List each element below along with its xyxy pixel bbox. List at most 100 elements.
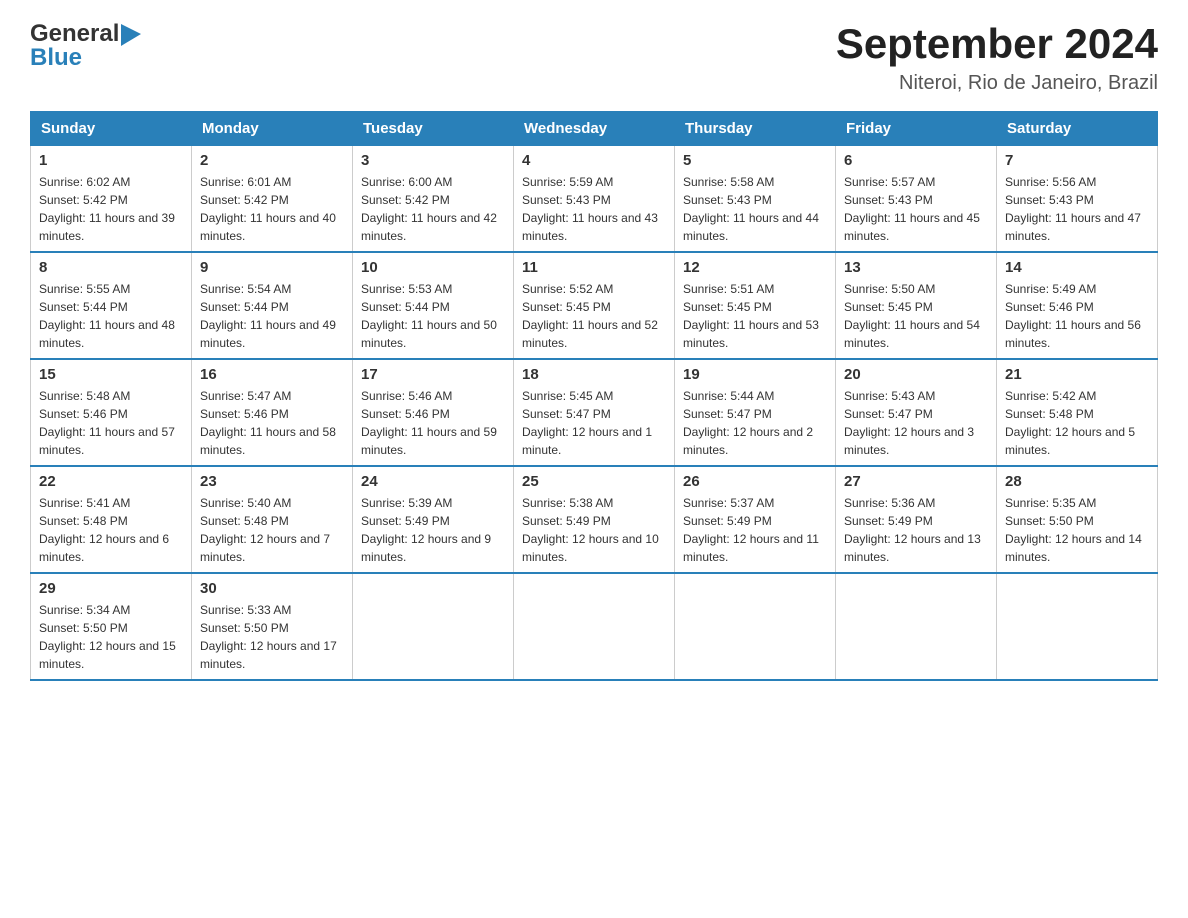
- col-friday: Friday: [836, 112, 997, 146]
- day-number: 5: [683, 152, 827, 169]
- day-cell: 8 Sunrise: 5:55 AM Sunset: 5:44 PM Dayli…: [31, 252, 192, 359]
- day-number: 2: [200, 152, 344, 169]
- day-info: Sunrise: 5:52 AM Sunset: 5:45 PM Dayligh…: [522, 280, 666, 352]
- day-number: 22: [39, 473, 183, 490]
- day-info: Sunrise: 5:50 AM Sunset: 5:45 PM Dayligh…: [844, 280, 988, 352]
- day-cell: 22 Sunrise: 5:41 AM Sunset: 5:48 PM Dayl…: [31, 466, 192, 573]
- day-number: 25: [522, 473, 666, 490]
- day-cell: 18 Sunrise: 5:45 AM Sunset: 5:47 PM Dayl…: [514, 359, 675, 466]
- day-number: 29: [39, 580, 183, 597]
- day-cell: 3 Sunrise: 6:00 AM Sunset: 5:42 PM Dayli…: [353, 146, 514, 253]
- title-block: September 2024 Niteroi, Rio de Janeiro, …: [836, 20, 1158, 95]
- day-info: Sunrise: 5:41 AM Sunset: 5:48 PM Dayligh…: [39, 494, 183, 566]
- day-info: Sunrise: 5:55 AM Sunset: 5:44 PM Dayligh…: [39, 280, 183, 352]
- day-number: 23: [200, 473, 344, 490]
- day-number: 4: [522, 152, 666, 169]
- col-tuesday: Tuesday: [353, 112, 514, 146]
- day-cell: 30 Sunrise: 5:33 AM Sunset: 5:50 PM Dayl…: [192, 573, 353, 680]
- day-number: 3: [361, 152, 505, 169]
- calendar-table: Sunday Monday Tuesday Wednesday Thursday…: [30, 111, 1158, 681]
- day-info: Sunrise: 5:58 AM Sunset: 5:43 PM Dayligh…: [683, 173, 827, 245]
- day-cell: 12 Sunrise: 5:51 AM Sunset: 5:45 PM Dayl…: [675, 252, 836, 359]
- day-info: Sunrise: 5:51 AM Sunset: 5:45 PM Dayligh…: [683, 280, 827, 352]
- day-cell: 27 Sunrise: 5:36 AM Sunset: 5:49 PM Dayl…: [836, 466, 997, 573]
- day-cell: 26 Sunrise: 5:37 AM Sunset: 5:49 PM Dayl…: [675, 466, 836, 573]
- day-number: 10: [361, 259, 505, 276]
- logo: General Blue: [30, 20, 141, 72]
- day-cell: 29 Sunrise: 5:34 AM Sunset: 5:50 PM Dayl…: [31, 573, 192, 680]
- week-row-2: 8 Sunrise: 5:55 AM Sunset: 5:44 PM Dayli…: [31, 252, 1158, 359]
- col-wednesday: Wednesday: [514, 112, 675, 146]
- day-info: Sunrise: 5:53 AM Sunset: 5:44 PM Dayligh…: [361, 280, 505, 352]
- day-info: Sunrise: 5:43 AM Sunset: 5:47 PM Dayligh…: [844, 387, 988, 459]
- calendar-title: September 2024: [836, 20, 1158, 68]
- page-header: General Blue September 2024 Niteroi, Rio…: [30, 20, 1158, 95]
- day-info: Sunrise: 5:34 AM Sunset: 5:50 PM Dayligh…: [39, 601, 183, 673]
- day-number: 19: [683, 366, 827, 383]
- day-number: 13: [844, 259, 988, 276]
- day-info: Sunrise: 5:44 AM Sunset: 5:47 PM Dayligh…: [683, 387, 827, 459]
- day-cell: 21 Sunrise: 5:42 AM Sunset: 5:48 PM Dayl…: [997, 359, 1158, 466]
- day-number: 18: [522, 366, 666, 383]
- day-cell: 2 Sunrise: 6:01 AM Sunset: 5:42 PM Dayli…: [192, 146, 353, 253]
- day-cell: 13 Sunrise: 5:50 AM Sunset: 5:45 PM Dayl…: [836, 252, 997, 359]
- day-number: 1: [39, 152, 183, 169]
- day-cell: 20 Sunrise: 5:43 AM Sunset: 5:47 PM Dayl…: [836, 359, 997, 466]
- day-info: Sunrise: 5:47 AM Sunset: 5:46 PM Dayligh…: [200, 387, 344, 459]
- day-number: 21: [1005, 366, 1149, 383]
- day-info: Sunrise: 5:46 AM Sunset: 5:46 PM Dayligh…: [361, 387, 505, 459]
- calendar-header-row: Sunday Monday Tuesday Wednesday Thursday…: [31, 112, 1158, 146]
- day-number: 24: [361, 473, 505, 490]
- day-cell: 6 Sunrise: 5:57 AM Sunset: 5:43 PM Dayli…: [836, 146, 997, 253]
- day-cell: 5 Sunrise: 5:58 AM Sunset: 5:43 PM Dayli…: [675, 146, 836, 253]
- day-number: 8: [39, 259, 183, 276]
- day-number: 17: [361, 366, 505, 383]
- day-cell: [997, 573, 1158, 680]
- day-info: Sunrise: 5:40 AM Sunset: 5:48 PM Dayligh…: [200, 494, 344, 566]
- day-info: Sunrise: 5:35 AM Sunset: 5:50 PM Dayligh…: [1005, 494, 1149, 566]
- day-number: 28: [1005, 473, 1149, 490]
- day-cell: [514, 573, 675, 680]
- day-number: 11: [522, 259, 666, 276]
- day-info: Sunrise: 5:45 AM Sunset: 5:47 PM Dayligh…: [522, 387, 666, 459]
- col-sunday: Sunday: [31, 112, 192, 146]
- day-info: Sunrise: 6:02 AM Sunset: 5:42 PM Dayligh…: [39, 173, 183, 245]
- day-cell: 24 Sunrise: 5:39 AM Sunset: 5:49 PM Dayl…: [353, 466, 514, 573]
- col-saturday: Saturday: [997, 112, 1158, 146]
- day-info: Sunrise: 5:39 AM Sunset: 5:49 PM Dayligh…: [361, 494, 505, 566]
- week-row-1: 1 Sunrise: 6:02 AM Sunset: 5:42 PM Dayli…: [31, 146, 1158, 253]
- day-number: 16: [200, 366, 344, 383]
- day-cell: 10 Sunrise: 5:53 AM Sunset: 5:44 PM Dayl…: [353, 252, 514, 359]
- day-info: Sunrise: 5:33 AM Sunset: 5:50 PM Dayligh…: [200, 601, 344, 673]
- day-cell: [675, 573, 836, 680]
- day-cell: [836, 573, 997, 680]
- day-number: 9: [200, 259, 344, 276]
- day-info: Sunrise: 5:42 AM Sunset: 5:48 PM Dayligh…: [1005, 387, 1149, 459]
- day-number: 20: [844, 366, 988, 383]
- calendar-subtitle: Niteroi, Rio de Janeiro, Brazil: [836, 72, 1158, 95]
- day-info: Sunrise: 5:57 AM Sunset: 5:43 PM Dayligh…: [844, 173, 988, 245]
- day-info: Sunrise: 6:01 AM Sunset: 5:42 PM Dayligh…: [200, 173, 344, 245]
- day-number: 30: [200, 580, 344, 597]
- day-info: Sunrise: 5:49 AM Sunset: 5:46 PM Dayligh…: [1005, 280, 1149, 352]
- day-cell: 19 Sunrise: 5:44 AM Sunset: 5:47 PM Dayl…: [675, 359, 836, 466]
- week-row-4: 22 Sunrise: 5:41 AM Sunset: 5:48 PM Dayl…: [31, 466, 1158, 573]
- day-cell: 25 Sunrise: 5:38 AM Sunset: 5:49 PM Dayl…: [514, 466, 675, 573]
- day-cell: 14 Sunrise: 5:49 AM Sunset: 5:46 PM Dayl…: [997, 252, 1158, 359]
- day-info: Sunrise: 5:54 AM Sunset: 5:44 PM Dayligh…: [200, 280, 344, 352]
- day-info: Sunrise: 6:00 AM Sunset: 5:42 PM Dayligh…: [361, 173, 505, 245]
- week-row-3: 15 Sunrise: 5:48 AM Sunset: 5:46 PM Dayl…: [31, 359, 1158, 466]
- day-cell: 15 Sunrise: 5:48 AM Sunset: 5:46 PM Dayl…: [31, 359, 192, 466]
- day-info: Sunrise: 5:37 AM Sunset: 5:49 PM Dayligh…: [683, 494, 827, 566]
- week-row-5: 29 Sunrise: 5:34 AM Sunset: 5:50 PM Dayl…: [31, 573, 1158, 680]
- logo-blue-text: Blue: [30, 44, 82, 72]
- day-cell: 11 Sunrise: 5:52 AM Sunset: 5:45 PM Dayl…: [514, 252, 675, 359]
- day-info: Sunrise: 5:36 AM Sunset: 5:49 PM Dayligh…: [844, 494, 988, 566]
- col-thursday: Thursday: [675, 112, 836, 146]
- day-info: Sunrise: 5:56 AM Sunset: 5:43 PM Dayligh…: [1005, 173, 1149, 245]
- day-info: Sunrise: 5:48 AM Sunset: 5:46 PM Dayligh…: [39, 387, 183, 459]
- day-cell: [353, 573, 514, 680]
- day-info: Sunrise: 5:38 AM Sunset: 5:49 PM Dayligh…: [522, 494, 666, 566]
- day-number: 26: [683, 473, 827, 490]
- day-cell: 17 Sunrise: 5:46 AM Sunset: 5:46 PM Dayl…: [353, 359, 514, 466]
